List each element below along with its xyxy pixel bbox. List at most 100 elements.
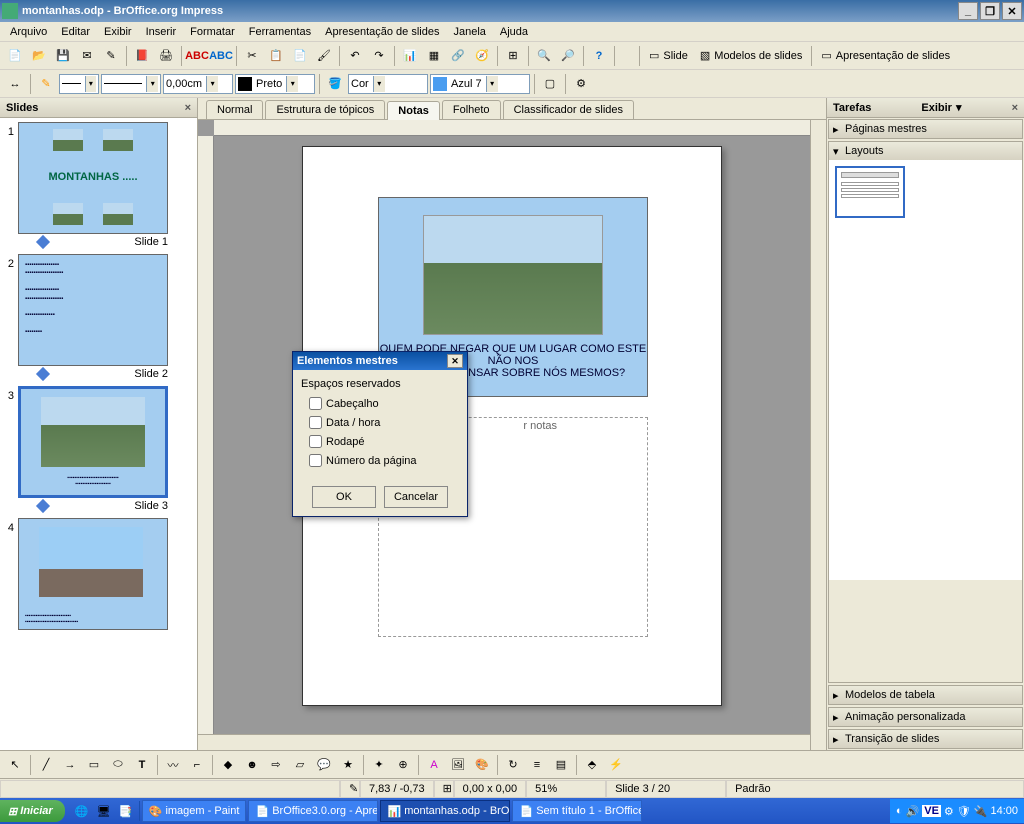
edit-icon[interactable]: ✎ <box>100 45 122 67</box>
task-section-layouts[interactable]: ▾Layouts <box>828 141 1023 683</box>
slides-panel-close-icon[interactable]: × <box>185 102 191 114</box>
spellcheck-icon[interactable]: ABC <box>186 45 208 67</box>
help-icon[interactable]: ? <box>588 45 610 67</box>
grid-icon[interactable]: ⊞ <box>502 45 524 67</box>
new-icon[interactable]: 📄 <box>4 45 26 67</box>
basic-shapes-icon[interactable]: ◆ <box>217 754 239 776</box>
slide-thumbnail-1[interactable]: 1 MONTANHAS ..... Slide 1 <box>4 122 193 248</box>
extrusion-icon[interactable]: ⬘ <box>581 754 603 776</box>
tab-notas[interactable]: Notas <box>387 101 440 120</box>
checkbox-data-hora-row[interactable]: Data / hora <box>301 413 459 432</box>
taskbar-task[interactable]: 📄 BrOffice3.0.org - Apres... <box>248 800 378 822</box>
tab-classificador[interactable]: Classificador de slides <box>503 100 634 119</box>
checkbox-cabecalho[interactable] <box>309 397 322 410</box>
rect-tool-icon[interactable]: ▭ <box>83 754 105 776</box>
interaction-icon[interactable]: ⚙ <box>570 73 592 95</box>
checkbox-rodape-row[interactable]: Rodapé <box>301 432 459 451</box>
save-icon[interactable]: 💾 <box>52 45 74 67</box>
align-icon[interactable]: ≡ <box>526 754 548 776</box>
redo-icon[interactable]: ↷ <box>368 45 390 67</box>
mail-icon[interactable]: ✉ <box>76 45 98 67</box>
dialog-close-icon[interactable]: ✕ <box>447 354 463 368</box>
quicklaunch-ie-icon[interactable]: 🌐 <box>72 801 92 821</box>
task-section-modelos-tabela[interactable]: ▸Modelos de tabela <box>828 685 1023 705</box>
text-tool-icon[interactable]: T <box>131 754 153 776</box>
fill-color-combo[interactable]: Azul 7 <box>430 74 530 94</box>
menu-inserir[interactable]: Inserir <box>140 24 183 40</box>
gallery-icon[interactable]: 🎨 <box>471 754 493 776</box>
copy-icon[interactable]: 📋 <box>265 45 287 67</box>
task-section-transicao[interactable]: ▸Transição de slides <box>828 729 1023 749</box>
checkbox-numero-pagina-row[interactable]: Número da página <box>301 451 459 470</box>
ok-button[interactable]: OK <box>312 486 376 508</box>
open-icon[interactable]: 📂 <box>28 45 50 67</box>
menu-exibir[interactable]: Exibir <box>98 24 138 40</box>
start-button[interactable]: ⊞ Iniciar <box>0 800 65 822</box>
stars-icon[interactable]: ★ <box>337 754 359 776</box>
taskbar-task-active[interactable]: 📊 montanhas.odp - BrO... <box>380 800 510 822</box>
menu-apresentacao[interactable]: Apresentação de slides <box>319 24 445 40</box>
tab-estrutura[interactable]: Estrutura de tópicos <box>265 100 385 119</box>
connector-tool-icon[interactable]: ⌐ <box>186 754 208 776</box>
table-icon[interactable]: ▦ <box>423 45 445 67</box>
arrow-tool-icon[interactable]: → <box>59 754 81 776</box>
line-arrow-combo[interactable] <box>59 74 99 94</box>
cut-icon[interactable]: ✂ <box>241 45 263 67</box>
navigator-icon[interactable]: 🧭 <box>471 45 493 67</box>
menu-editar[interactable]: Editar <box>55 24 96 40</box>
menu-formatar[interactable]: Formatar <box>184 24 241 40</box>
menu-ferramentas[interactable]: Ferramentas <box>243 24 317 40</box>
checkbox-numero-pagina[interactable] <box>309 454 322 467</box>
line-pattern-combo[interactable] <box>101 74 161 94</box>
zoom-page-icon[interactable]: 🔎 <box>557 45 579 67</box>
rotate-icon[interactable]: ↻ <box>502 754 524 776</box>
checkbox-rodape[interactable] <box>309 435 322 448</box>
tray-icon[interactable]: 🔌 <box>974 805 988 818</box>
restore-button[interactable]: ❐ <box>980 2 1000 20</box>
slide-thumbnail-2[interactable]: 2 ▪▪▪▪▪▪▪▪▪▪▪▪▪▪▪▪▪▪▪▪▪▪▪▪▪▪▪▪▪▪▪▪▪▪▪▪▪▪… <box>4 254 193 380</box>
points-icon[interactable]: ✦ <box>368 754 390 776</box>
close-button[interactable]: ✕ <box>1002 2 1022 20</box>
slide-thumbnail-4[interactable]: 4 ▪▪▪▪▪▪▪▪▪▪▪▪▪▪▪▪▪▪▪▪▪▪▪▪▪▪▪▪▪▪▪▪▪▪▪▪▪▪… <box>4 518 193 630</box>
hyperlink-icon[interactable]: 🔗 <box>447 45 469 67</box>
callouts-icon[interactable]: 💬 <box>313 754 335 776</box>
tab-folheto[interactable]: Folheto <box>442 100 501 119</box>
autospell-icon[interactable]: ABC <box>210 45 232 67</box>
minimize-button[interactable]: _ <box>958 2 978 20</box>
tab-normal[interactable]: Normal <box>206 100 263 119</box>
checkbox-cabecalho-row[interactable]: Cabeçalho <box>301 394 459 413</box>
menu-janela[interactable]: Janela <box>447 24 491 40</box>
taskbar-task[interactable]: 🎨 imagem - Paint <box>142 800 247 822</box>
status-zoom[interactable]: 51% <box>526 780 606 798</box>
zoom-icon[interactable]: 🔍 <box>533 45 555 67</box>
horizontal-scrollbar[interactable] <box>198 734 810 750</box>
curve-tool-icon[interactable]: 〰 <box>162 754 184 776</box>
symbol-shapes-icon[interactable]: ☻ <box>241 754 263 776</box>
chart-icon[interactable]: 📊 <box>399 45 421 67</box>
slideshow-button[interactable]: ▭ Apresentação de slides <box>816 45 955 67</box>
tray-icon[interactable]: VE <box>922 805 941 817</box>
line-width-combo[interactable]: 0,00cm <box>163 74 233 94</box>
slide-templates-button[interactable]: ▧ Modelos de slides <box>695 45 807 67</box>
select-tool-icon[interactable]: ↖ <box>4 754 26 776</box>
vertical-scrollbar[interactable] <box>810 120 826 750</box>
task-section-animacao[interactable]: ▸Animação personalizada <box>828 707 1023 727</box>
menu-ajuda[interactable]: Ajuda <box>494 24 534 40</box>
arrange-icon[interactable]: ▤ <box>550 754 572 776</box>
quicklaunch-app-icon[interactable]: 📑 <box>116 801 136 821</box>
shadow-icon[interactable]: ▢ <box>539 73 561 95</box>
quicklaunch-desktop-icon[interactable]: 🖥 <box>94 801 114 821</box>
pdf-icon[interactable]: 📕 <box>131 45 153 67</box>
arrow-style-icon[interactable]: ↔ <box>4 73 26 95</box>
task-section-paginas-mestres[interactable]: ▸Páginas mestres <box>828 119 1023 139</box>
tray-clock[interactable]: 14:00 <box>990 805 1018 817</box>
flowchart-icon[interactable]: ▱ <box>289 754 311 776</box>
from-file-icon[interactable]: 🖼 <box>447 754 469 776</box>
tasks-panel-close-icon[interactable]: × <box>1012 102 1018 114</box>
interaction2-icon[interactable]: ⚡ <box>605 754 627 776</box>
tray-icon[interactable]: 🛡 <box>957 805 971 818</box>
layout-option[interactable] <box>835 166 905 218</box>
glue-icon[interactable]: ⊕ <box>392 754 414 776</box>
block-arrows-icon[interactable]: ⇨ <box>265 754 287 776</box>
checkbox-data-hora[interactable] <box>309 416 322 429</box>
